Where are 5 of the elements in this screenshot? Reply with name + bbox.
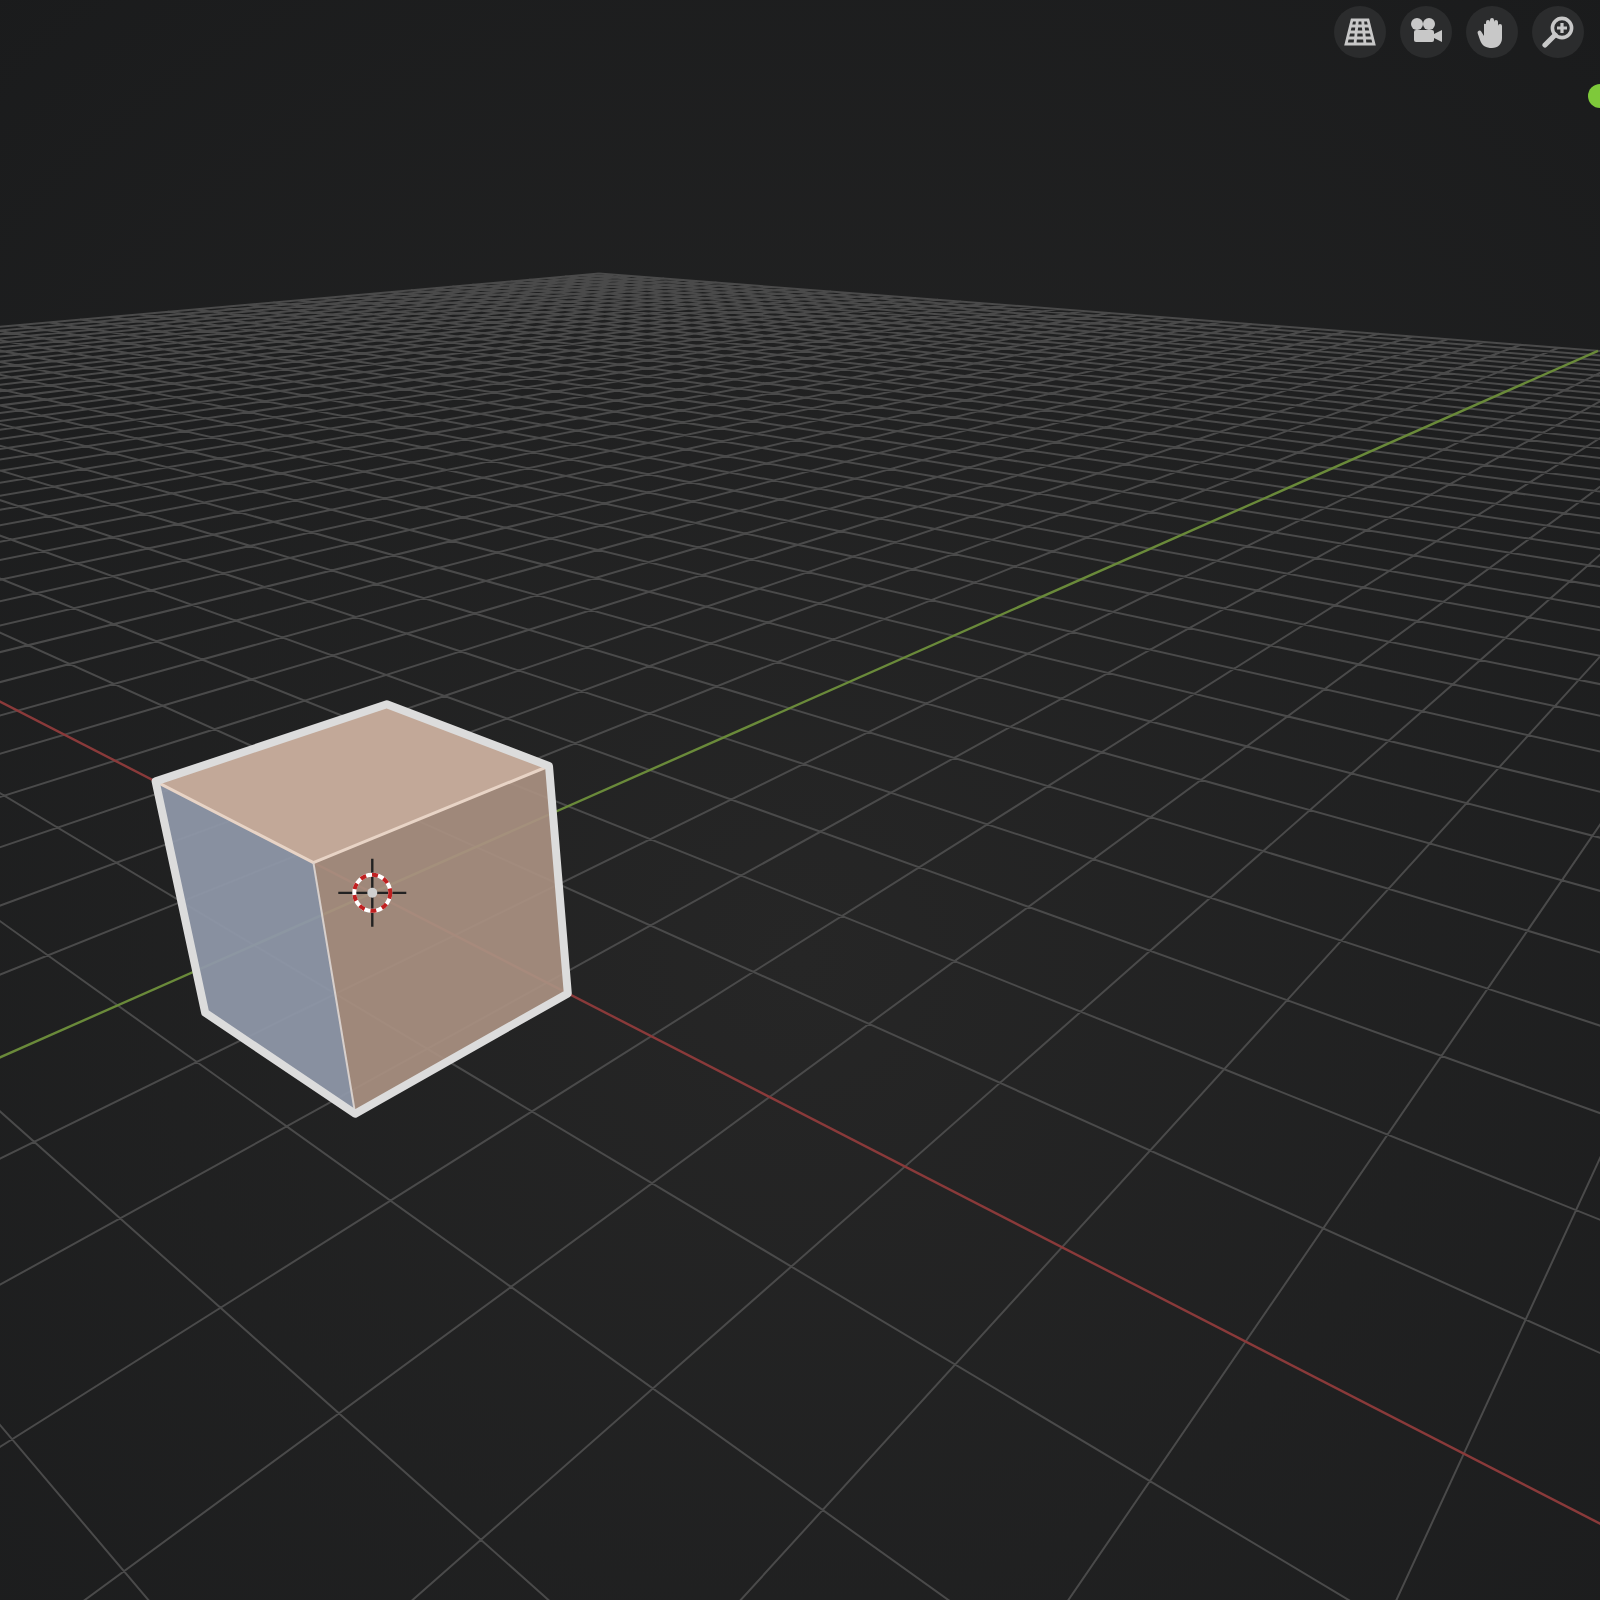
- hand-icon: [1476, 15, 1508, 49]
- zoom-in-icon: [1542, 16, 1574, 48]
- origin-cursor-icon: [337, 857, 408, 929]
- perspective-grid-icon: [1344, 18, 1376, 46]
- video-camera-icon: [1408, 16, 1444, 48]
